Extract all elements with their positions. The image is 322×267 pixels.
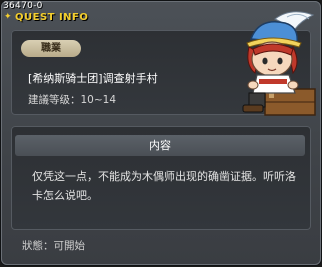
quest-status: 狀態：可開始	[22, 240, 85, 252]
job-badge: 職業	[21, 40, 81, 57]
quest-recommended-level: 建議等级：10~14	[28, 94, 117, 106]
quest-name: [希纳斯骑士团]调查射手村	[28, 72, 158, 85]
star-icon: ✦	[4, 12, 12, 22]
window-title: QUEST INFO	[15, 12, 89, 23]
npc-portrait	[242, 11, 316, 116]
quest-description: 仅凭这一点，不能成为木偶师出现的确凿证据。听听洛卡怎么说吧。	[32, 170, 296, 202]
quest-info-window: 36470-0 ✦ QUEST INFO 職業 [希纳斯骑士团]调查射手村 建議…	[1, 1, 321, 265]
content-header: 内容	[15, 135, 305, 156]
quest-id-label: 36470-0	[3, 1, 43, 11]
